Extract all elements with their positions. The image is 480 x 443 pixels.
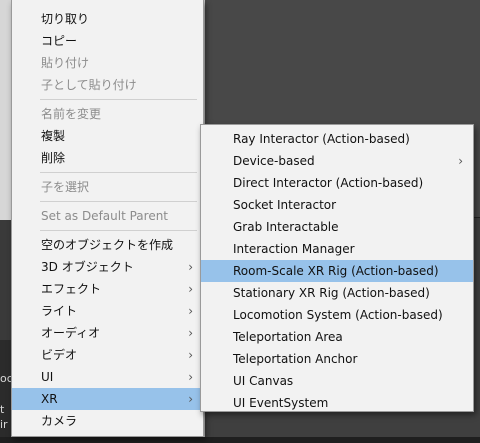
menu-item-label: UI Canvas	[233, 374, 294, 388]
menu-item-stationary-xr-rig-action-based[interactable]: Stationary XR Rig (Action-based)	[201, 282, 473, 304]
menu-separator	[40, 172, 197, 173]
menu-item-label: Teleportation Anchor	[233, 352, 358, 366]
menu-item[interactable]: 空のオブジェクトを作成	[12, 234, 203, 256]
chevron-right-icon: ›	[188, 260, 193, 274]
menu-item: 子を選択	[12, 176, 203, 198]
chevron-right-icon: ›	[188, 370, 193, 384]
menu-item-direct-interactor-action-based[interactable]: Direct Interactor (Action-based)	[201, 172, 473, 194]
menu-item-label: オーディオ	[41, 326, 101, 340]
menu-item-3d[interactable]: 3D オブジェクト ›	[12, 256, 203, 278]
menu-item-label: ライト	[41, 304, 78, 318]
chevron-right-icon: ›	[458, 154, 463, 168]
menu-item-label: Locomotion System (Action-based)	[233, 308, 443, 322]
menu-item-room-scale-xr-rig-action-based[interactable]: Room-Scale XR Rig (Action-based)	[201, 260, 473, 282]
menu-item-ui-canvas[interactable]: UI Canvas	[201, 370, 473, 392]
menu-item[interactable]: エフェクト ›	[12, 278, 203, 300]
menu-item-label: UI	[41, 370, 54, 384]
menu-item-label: カメラ	[41, 414, 78, 428]
menu-item-label: Stationary XR Rig (Action-based)	[233, 286, 430, 300]
menu-separator	[40, 201, 197, 202]
menu-item-set-as-default-parent: Set as Default Parent	[12, 205, 203, 227]
menu-item-label: 子として貼り付け	[41, 78, 137, 92]
menu-item-ui-eventsystem[interactable]: UI EventSystem	[201, 392, 473, 414]
menu-item-label: 複製	[41, 129, 66, 143]
menu-item-label: Socket Interactor	[233, 198, 337, 212]
menu-item[interactable]: カメラ	[12, 410, 203, 432]
menu-item-grab-interactable[interactable]: Grab Interactable	[201, 216, 473, 238]
menu-item-label: Interaction Manager	[233, 242, 355, 256]
menu-item-label: UI EventSystem	[233, 396, 329, 410]
chevron-right-icon: ›	[188, 282, 193, 296]
xr-submenu: Ray Interactor (Action-based) Device-base…	[200, 124, 474, 412]
menu-item-ray-interactor-action-based[interactable]: Ray Interactor (Action-based)	[201, 128, 473, 150]
menu-separator	[40, 230, 197, 231]
menu-item-label: Direct Interactor (Action-based)	[233, 176, 424, 190]
menu-item-label: Device-based	[233, 154, 315, 168]
menu-item: 貼り付け	[12, 52, 203, 74]
hierarchy-context-menu: 切り取りコピー貼り付け子として貼り付け 名前を変更複製削除子を選択 Set as D…	[11, 0, 204, 437]
menu-item-teleportation-area[interactable]: Teleportation Area	[201, 326, 473, 348]
chevron-right-icon: ›	[188, 392, 193, 406]
menu-item-xr[interactable]: XR ›	[12, 388, 203, 410]
menu-separator	[40, 99, 197, 100]
menu-item: 名前を変更	[12, 103, 203, 125]
menu-item-label: 名前を変更	[41, 107, 102, 121]
menu-item-label: Ray Interactor (Action-based)	[233, 132, 410, 146]
bottom-bar	[0, 437, 480, 443]
menu-item-label: 削除	[41, 151, 66, 165]
menu-item-locomotion-system-action-based[interactable]: Locomotion System (Action-based)	[201, 304, 473, 326]
menu-item: 子として貼り付け	[12, 74, 203, 96]
menu-item-label: ビデオ	[41, 348, 78, 362]
menu-item-label: 空のオブジェクトを作成	[41, 238, 174, 252]
menu-item-label: エフェクト	[41, 282, 102, 296]
menu-item-label: 貼り付け	[41, 56, 90, 70]
menu-item-label: Teleportation Area	[233, 330, 343, 344]
menu-item-label: 3D オブジェクト	[41, 260, 134, 274]
menu-item-label: 子を選択	[41, 180, 90, 194]
menu-item-socket-interactor[interactable]: Socket Interactor	[201, 194, 473, 216]
menu-item-label: Room-Scale XR Rig (Action-based)	[233, 264, 439, 278]
menu-item-label: コピー	[41, 34, 78, 48]
menu-item-device-based[interactable]: Device-based ›	[201, 150, 473, 172]
menu-item-label: Set as Default Parent	[41, 209, 169, 223]
menu-item-label: 切り取り	[41, 12, 90, 26]
menu-item-label: XR	[41, 392, 58, 406]
menu-item[interactable]: 削除	[12, 147, 203, 169]
menu-item-label: Grab Interactable	[233, 220, 339, 234]
menu-item[interactable]: コピー	[12, 30, 203, 52]
menu-item[interactable]: ライト ›	[12, 300, 203, 322]
menu-item-interaction-manager[interactable]: Interaction Manager	[201, 238, 473, 260]
menu-item[interactable]: 切り取り	[12, 8, 203, 30]
menu-item[interactable]: 複製	[12, 125, 203, 147]
menu-item-teleportation-anchor[interactable]: Teleportation Anchor	[201, 348, 473, 370]
menu-item[interactable]: ビデオ ›	[12, 344, 203, 366]
menu-item-ui[interactable]: UI ›	[12, 366, 203, 388]
chevron-right-icon: ›	[188, 348, 193, 362]
chevron-right-icon: ›	[188, 304, 193, 318]
chevron-right-icon: ›	[188, 326, 193, 340]
menu-item[interactable]: オーディオ ›	[12, 322, 203, 344]
